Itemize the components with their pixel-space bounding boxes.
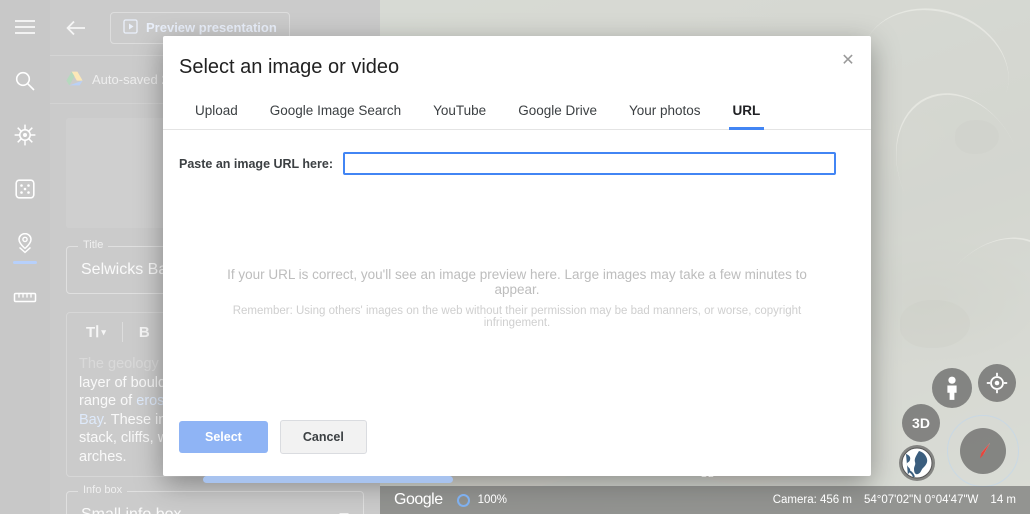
close-icon[interactable]: ✕ [837, 49, 859, 71]
ground-elevation: 14 m [990, 494, 1016, 506]
dialog-actions: Select Cancel [163, 420, 871, 476]
hint-primary: If your URL is correct, you'll see an im… [227, 266, 807, 297]
google-logo: Google [394, 491, 443, 508]
status-bar: Google 100% Camera: 456 m 54°07'02"N 0°0… [380, 486, 1030, 514]
url-input-label: Paste an image URL here: [179, 156, 333, 171]
pegman-icon[interactable] [932, 368, 972, 408]
url-input-row: Paste an image URL here: [163, 130, 871, 175]
tab-google-drive[interactable]: Google Drive [502, 93, 613, 129]
compass-icon[interactable] [960, 428, 1006, 474]
tab-your-photos[interactable]: Your photos [613, 93, 717, 129]
loading-percent: 100% [477, 494, 508, 506]
hint-secondary: Remember: Using others' images on the we… [232, 304, 802, 329]
tab-upload[interactable]: Upload [179, 93, 254, 129]
select-image-dialog: ✕ Select an image or video Upload Google… [163, 36, 871, 483]
my-location-icon[interactable] [978, 364, 1016, 402]
camera-altitude: Camera: 456 m [772, 494, 852, 506]
map-coordinates: 54°07'02"N 0°04'47"W [863, 494, 979, 506]
select-button[interactable]: Select [179, 421, 268, 453]
horizontal-scrollbar[interactable] [203, 476, 453, 483]
country-label: GB [700, 469, 715, 480]
dialog-title: Select an image or video [179, 56, 400, 78]
tab-google-image-search[interactable]: Google Image Search [254, 93, 417, 129]
loading-ring-icon [456, 493, 470, 507]
dialog-tabs: Upload Google Image Search YouTube Googl… [163, 79, 871, 130]
url-input[interactable] [343, 152, 836, 175]
cancel-button[interactable]: Cancel [279, 420, 367, 454]
tab-url[interactable]: URL [717, 93, 777, 130]
toggle-3d-button[interactable]: 3D [902, 404, 940, 442]
globe-icon[interactable] [899, 445, 935, 481]
camera-info: Camera: 456 m 54°07'02"N 0°04'47"W 14 m [773, 494, 1016, 506]
tab-youtube[interactable]: YouTube [417, 93, 502, 129]
preview-hint-zone: If your URL is correct, you'll see an im… [163, 175, 871, 420]
app-root: Preview presentation Auto-saved 2 Title … [0, 0, 1030, 514]
